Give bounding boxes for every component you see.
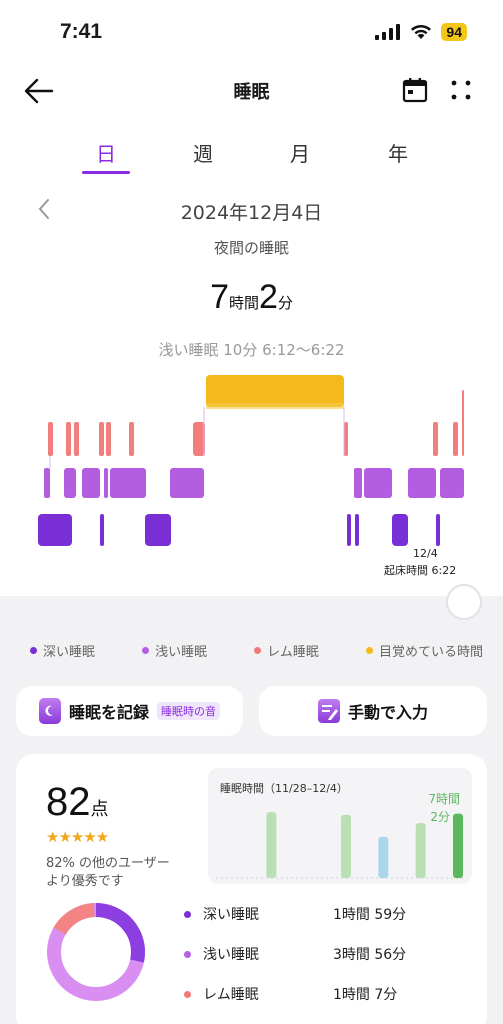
wake-date: 12/4 [413, 547, 438, 560]
legend-rem: レム睡眠 [254, 641, 319, 660]
stage-duration: 1時間 7分 [333, 987, 398, 1003]
weekly-bar [341, 814, 351, 878]
sleep-sound-badge: 睡眠時の音 [157, 702, 220, 720]
total-sleep-duration: 7時間2分 [0, 278, 503, 317]
tab-day[interactable]: 日 [76, 138, 136, 174]
weekly-bar [453, 813, 463, 878]
legend-dot [142, 647, 150, 654]
chart-scrubber-handle[interactable] [446, 584, 482, 620]
wifi-icon [411, 25, 432, 39]
wake-time: 起床時間 6:22 [384, 564, 457, 577]
latest-bar-label-minutes: 2分 [430, 810, 450, 824]
sleep-score: 82点 [46, 780, 109, 825]
header: 睡眠 [0, 70, 503, 112]
stage-duration: 3時間 56分 [333, 947, 407, 963]
stage-row-light: 浅い睡眠 3時間 56分 [184, 944, 464, 964]
legend-light: 浅い睡眠 [142, 641, 207, 660]
weekly-bar [266, 812, 277, 878]
stage-row-deep: 深い睡眠 1時間 59分 [184, 904, 464, 924]
stage-dot [184, 950, 191, 958]
stage-dot [184, 910, 191, 918]
legend-label: 目覚めている時間 [378, 645, 483, 660]
sleep-score-card[interactable]: 82点 ★★★★★ 82% の他のユーザー より優秀です 睡眠時間（11/28–… [16, 754, 487, 1024]
legend-dot [30, 647, 37, 654]
tab-year[interactable]: 年 [368, 138, 428, 174]
sleep-stage-chart[interactable] [0, 370, 503, 556]
weekly-bar [378, 836, 389, 878]
dots-grid-icon [451, 80, 471, 100]
status-icons: 94 [375, 23, 467, 41]
tab-week[interactable]: 週 [173, 138, 233, 174]
legend-deep: 深い睡眠 [30, 641, 95, 660]
stage-duration: 1時間 59分 [333, 907, 407, 923]
stage-dot [184, 990, 191, 998]
legend-awake: 目覚めている時間 [365, 641, 483, 660]
awake-segment [206, 375, 344, 407]
more-button[interactable] [447, 76, 475, 104]
record-sleep-label: 睡眠を記録 [68, 703, 149, 722]
selected-segment-info: 浅い睡眠 10分 6:12～6:22 [158, 341, 345, 359]
date-row: 2024年12月4日 [0, 196, 503, 226]
light-segments [44, 468, 464, 498]
record-sleep-button[interactable]: 睡眠を記録 睡眠時の音 [16, 686, 243, 736]
duration-minutes: 2 [259, 278, 278, 316]
weekly-chart-title: 睡眠時間（11/28–12/4） [220, 782, 348, 795]
legend-label: 深い睡眠 [43, 645, 96, 660]
deep-segments [38, 514, 440, 546]
status-time: 7:41 [60, 20, 103, 43]
stage-name: 浅い睡眠 [203, 947, 259, 963]
legend-dot [254, 647, 262, 654]
legend-label: 浅い睡眠 [155, 645, 208, 660]
score-comparison-line1: 82% の他のユーザー [46, 856, 170, 871]
signal-icon [375, 24, 401, 40]
weekly-bar [415, 823, 426, 878]
stage-row-rem: レム睡眠 1時間 7分 [184, 984, 464, 1004]
period-tabs: 日 週 月 年 [0, 138, 503, 178]
battery-indicator: 94 [441, 23, 467, 41]
manual-input-button[interactable]: 手動で入力 [259, 686, 487, 736]
legend: 深い睡眠 浅い睡眠 レム睡眠 目覚めている時間 [30, 641, 483, 660]
sleep-type-label: 夜間の睡眠 [213, 239, 289, 257]
duration-hours-unit: 時間 [228, 294, 259, 312]
duration-minutes-unit: 分 [277, 294, 293, 312]
manual-input-label: 手動で入力 [347, 703, 428, 722]
score-unit: 点 [90, 799, 109, 819]
score-value: 82 [46, 780, 91, 824]
duration-hours: 7 [210, 278, 229, 316]
edit-icon [317, 699, 340, 723]
date-label: 2024年12月4日 [180, 202, 323, 224]
legend-dot [365, 647, 373, 654]
phone-moon-icon [38, 698, 61, 724]
score-comparison-line2: より優秀です [46, 874, 124, 889]
calendar-button[interactable] [401, 76, 429, 104]
weekly-sleep-chart[interactable]: 睡眠時間（11/28–12/4） 7時間 2分 [208, 768, 472, 884]
stage-name: レム睡眠 [203, 987, 259, 1003]
latest-bar-label-hours: 7時間 [428, 792, 460, 806]
stage-name: 深い睡眠 [203, 907, 259, 923]
awake-connector [206, 403, 344, 409]
tab-month[interactable]: 月 [270, 138, 330, 174]
score-stars: ★★★★★ [46, 828, 109, 846]
sleep-stage-donut [47, 903, 145, 1001]
legend-label: レム睡眠 [267, 645, 319, 660]
calendar-icon [402, 78, 428, 103]
status-bar: 7:41 94 [0, 0, 503, 60]
